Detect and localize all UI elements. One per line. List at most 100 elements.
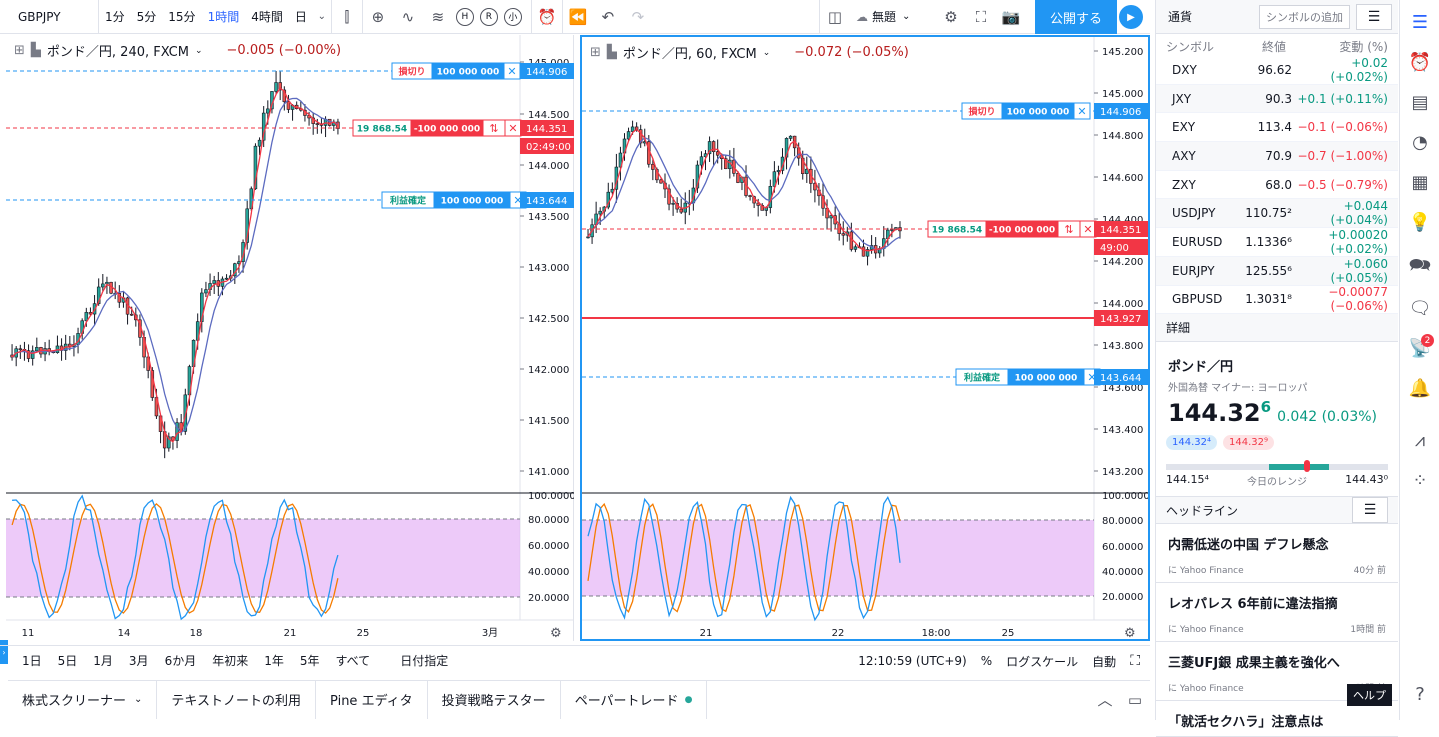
layout-icon[interactable]: ◫ [820,0,850,34]
interval-1d[interactable]: 日 [289,0,313,34]
news-item[interactable]: 「就活セクハラ」注意点は [1156,701,1398,737]
order-panel-icon[interactable]: ⁘ [1400,460,1439,500]
undo-icon[interactable]: ↶ [593,0,623,34]
chart-title[interactable]: ポンド／円, 60, FXCM [623,43,757,62]
expand-icon[interactable]: ⊞ [590,45,601,60]
indicators-icon[interactable]: ≋ [423,0,453,34]
news-item[interactable]: レオパレス 6年前に違法指摘に Yahoo Finance 1時間 前 [1156,583,1398,643]
chevron-down-icon[interactable]: ⌄ [195,46,203,56]
tab-pine-editor[interactable]: Pine エディタ [316,680,428,719]
range-5y[interactable]: 5年 [292,652,328,669]
range-3m[interactable]: 3月 [121,652,157,669]
range-6m[interactable]: 6か月 [157,652,205,669]
settings-gear-icon[interactable]: ⚙ [936,0,966,34]
watchlist-title[interactable]: 通貨 [1168,8,1192,25]
auto-scale-toggle[interactable]: 自動 [1092,653,1116,670]
layout-name[interactable]: ☁ 無題 ⌄ [850,0,936,34]
clock[interactable]: 12:10:59 (UTC+9) [858,654,967,668]
expand-icon[interactable]: ⊞ [14,43,25,58]
r-button[interactable]: R [479,7,498,26]
hotlist-icon[interactable]: ◔ [1400,122,1439,162]
position-text: 19 868.54 [932,226,982,236]
price-tick-label: 143.200 [1102,467,1143,478]
watchlist-row[interactable]: DXY 96.62 +0.02 (+0.02%) [1156,56,1398,85]
news-title: レオパレス 6年前に違法指摘 [1168,597,1338,613]
col-last[interactable]: 終値 [1224,38,1286,54]
list-menu-icon[interactable]: ☰ [1352,497,1388,524]
watchlist-row[interactable]: AXY 70.9 −0.7 (−1.00%) [1156,142,1398,171]
tab-strategy-tester[interactable]: 投資戦略テスター [428,680,561,719]
calendar-icon[interactable]: ▦ [1400,162,1439,202]
col-change[interactable]: 変動 (%) [1286,38,1388,54]
interval-4h[interactable]: 4時間 [245,0,289,34]
candle-body [651,163,655,170]
watchlist-icon[interactable]: ☰ [1400,2,1439,42]
watchlist-row[interactable]: ZXY 68.0 −0.5 (−0.79%) [1156,171,1398,200]
interval-15m[interactable]: 15分 [162,0,201,34]
h-button[interactable]: H [455,7,474,26]
data-window-icon[interactable]: ▤ [1400,82,1439,122]
tab-text-notes[interactable]: テキストノートの利用 [157,680,317,719]
range-1y[interactable]: 1年 [256,652,292,669]
chart-title[interactable]: ポンド／円, 240, FXCM [47,41,189,60]
maximize-panel-icon[interactable]: ▭ [1120,683,1150,717]
watchlist-row[interactable]: EURUSD 1.1336⁶ +0.00020 (+0.02%) [1156,228,1398,257]
fullscreen-icon[interactable]: ⛶ [966,0,996,34]
symbol-search[interactable]: GBPJPY [0,0,98,34]
trading-icon[interactable]: ⩘ [1400,420,1439,460]
chart-change: −0.005 (−0.00%) [226,43,342,58]
range-1m[interactable]: 1月 [85,652,121,669]
list-menu-icon[interactable]: ☰ [1356,3,1392,30]
range-1d[interactable]: 1日 [14,652,50,669]
replay-icon[interactable]: ⏪ [563,0,593,34]
interval-5m[interactable]: 5分 [131,0,163,34]
watchlist-row[interactable]: USDJPY 110.75² +0.044 (+0.04%) [1156,199,1398,229]
range-ytd[interactable]: 年初来 [204,652,256,669]
log-scale-toggle[interactable]: ログスケール [1006,653,1078,670]
candles-icon[interactable]: ⫿ [332,0,362,34]
chat-icon[interactable]: 🗪 [1400,248,1439,288]
percent-scale-toggle[interactable]: % [981,654,992,668]
watchlist-row[interactable]: JXY 90.3 +0.1 (+0.11%) [1156,84,1398,114]
headlines-title[interactable]: ヘッドライン [1166,502,1238,519]
help-icon[interactable]: ? [1400,674,1439,714]
message-icon[interactable]: 🗨 [1400,288,1439,328]
publish-button[interactable]: 公開する [1035,0,1117,34]
chart-pane-right[interactable]: 145.200 145.000 144.800 144.600 144.400 144.2… [580,35,1150,641]
add-symbol-input[interactable]: シンボルの追加 [1259,4,1350,29]
news-item[interactable]: 内需低迷の中国 デフレ懸念に Yahoo Finance 40分 前 [1156,524,1398,584]
camera-icon[interactable]: 📷 [996,0,1026,34]
news-meta: に Yahoo Finance 40分 前 [1168,563,1386,576]
watchlist-row[interactable]: GBPUSD 1.3031⁸ −0.00077 (−0.06%) [1156,285,1398,315]
chart-pane-left[interactable]: 145.000144.500144.000143.500143.000142.5… [6,35,574,641]
ideas-icon[interactable]: 💡 [1400,202,1439,242]
details-title[interactable]: 詳細 [1166,319,1190,336]
watchlist-row[interactable]: EXY 113.4 −0.1 (−0.06%) [1156,113,1398,143]
range-all[interactable]: すべて [328,652,379,669]
goto-date-button[interactable]: 日付指定 [392,652,456,669]
alarm-clock-icon[interactable]: ⏰ [1400,42,1439,82]
play-icon[interactable]: ▶ [1119,5,1143,29]
alert-clock-icon[interactable]: ⏰ [532,0,562,34]
chevron-down-icon[interactable]: ⌄ [763,48,771,58]
tab-stock-screener[interactable]: 株式スクリーナー ⌄ [8,680,158,719]
range-5d[interactable]: 5日 [50,652,86,669]
stream-icon[interactable]: 📡 2 [1400,328,1439,368]
watchlist-row[interactable]: EURJPY 125.55⁶ +0.060 (+0.05%) [1156,257,1398,286]
collapse-panel-icon[interactable]: ︿ [1090,683,1120,717]
tab-paper-trading[interactable]: ペーパートレード ● [561,680,708,719]
fit-icon[interactable]: ⛶ [1130,653,1140,669]
small-button[interactable]: 小 [503,7,522,26]
interval-1h[interactable]: 1時間 [202,0,246,34]
chevron-down-icon[interactable]: ⌄ [313,0,331,34]
notifications-bell-icon[interactable]: 🔔 [1400,368,1439,408]
col-symbol[interactable]: シンボル [1166,38,1224,54]
interval-1m[interactable]: 1分 [99,0,131,34]
chart-canvas-right[interactable]: 145.200145.000144.800144.600144.400144.2… [582,37,1148,639]
add-indicator-icon[interactable]: ⊕ [363,0,393,34]
ma-slow-line [587,137,901,251]
osc-tick-label: 80.0000 [1102,516,1143,527]
compare-icon[interactable]: ∿ [393,0,423,34]
redo-icon[interactable]: ↷ [623,0,653,34]
chart-canvas-left[interactable]: 145.000144.500144.000143.500143.000142.5… [6,35,574,641]
